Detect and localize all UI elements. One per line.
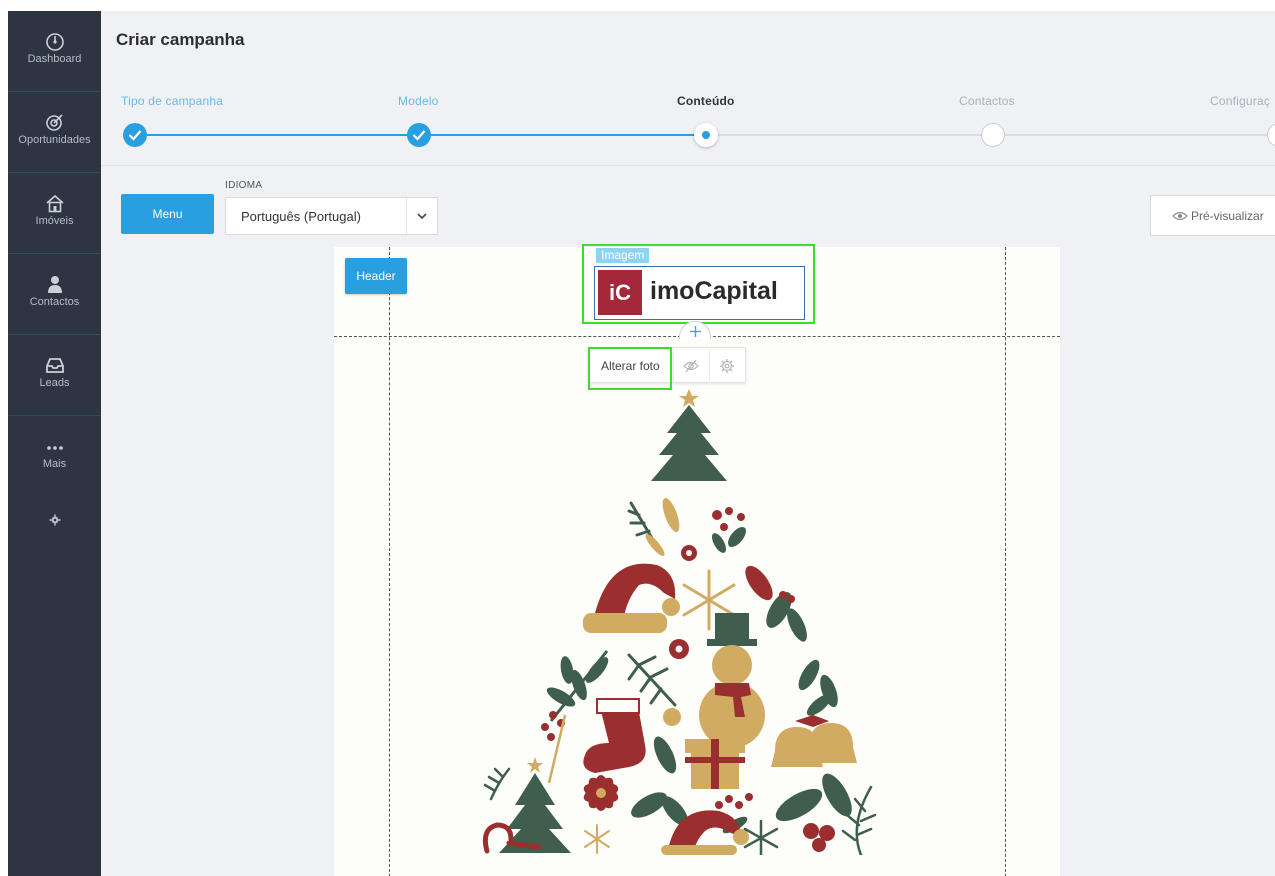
hide-block-button[interactable]: [673, 348, 707, 384]
language-select[interactable]: Português (Portugal): [225, 197, 438, 235]
eye-slash-icon: [683, 359, 699, 373]
column-guide-right: [1005, 247, 1006, 876]
step-label-configuracao[interactable]: Configuraç: [1210, 94, 1270, 108]
step-label-contactos[interactable]: Contactos: [959, 94, 1015, 108]
step-label-tipo[interactable]: Tipo de campanha: [121, 94, 223, 108]
sidebar-item-leads[interactable]: Leads: [8, 335, 101, 416]
sidebar-item-oportunidades[interactable]: Oportunidades: [8, 92, 101, 173]
step-dot-configuracao[interactable]: [1267, 123, 1275, 147]
step-dot-tipo[interactable]: [123, 123, 147, 147]
logo-text: imoCapital: [650, 277, 778, 305]
step-dot-contactos[interactable]: [981, 123, 1005, 147]
chevron-down-icon: [417, 213, 427, 220]
change-photo-label: Alterar foto: [601, 359, 660, 373]
select-divider: [406, 198, 407, 234]
ellipsis-icon: [44, 436, 66, 456]
step-dot-conteudo[interactable]: [694, 123, 718, 147]
logo-mark: iC: [598, 270, 642, 315]
main-content: Criar campanha Tipo de campanha Modelo C…: [101, 11, 1275, 876]
house-icon: [44, 193, 66, 213]
divider: [101, 165, 1275, 166]
sidebar-item-imoveis[interactable]: Imóveis: [8, 173, 101, 254]
company-logo[interactable]: iC imoCapital: [594, 266, 805, 320]
image-block-tag: Imagem: [596, 248, 650, 263]
column-guide-left: [389, 247, 390, 876]
sidebar-item-mais[interactable]: Mais: [8, 416, 101, 497]
inbox-icon: [44, 355, 66, 375]
eye-icon: [1172, 211, 1188, 221]
check-icon: [412, 130, 426, 141]
page-title: Criar campanha: [116, 30, 245, 49]
preview-label: Pré-visualizar: [1191, 209, 1264, 223]
sidebar-item-label: Dashboard: [27, 53, 82, 65]
image-block[interactable]: Imagem iC imoCapital: [582, 244, 815, 324]
sidebar-item-label: Leads: [39, 377, 70, 389]
step-label-conteudo[interactable]: Conteúdo: [677, 94, 735, 108]
gear-icon: [720, 359, 734, 373]
step-dot-modelo[interactable]: [407, 123, 431, 147]
sidebar-item-dashboard[interactable]: Dashboard: [8, 11, 101, 92]
change-photo-button[interactable]: Alterar foto: [589, 348, 673, 384]
language-label: IDIOMA: [225, 180, 263, 191]
sidebar-item-label: Oportunidades: [18, 134, 91, 146]
language-value: Português (Portugal): [241, 209, 361, 224]
email-canvas: Header Imagem iC imoCapital Alterar foto: [334, 244, 1060, 876]
preview-button[interactable]: Pré-visualizar: [1150, 195, 1275, 236]
sidebar: Dashboard Oportunidades Imóveis Contacto…: [8, 11, 101, 876]
check-icon: [128, 130, 142, 141]
person-icon: [44, 274, 66, 294]
gear-icon[interactable]: [8, 513, 101, 531]
sidebar-item-contactos[interactable]: Contactos: [8, 254, 101, 335]
christmas-tree-illustration: [482, 389, 877, 855]
image-toolbar: Alterar foto: [588, 347, 746, 384]
menu-button[interactable]: Menu: [121, 194, 214, 234]
target-icon: [44, 112, 66, 132]
sidebar-item-label: Contactos: [29, 296, 80, 308]
block-settings-button[interactable]: [709, 348, 743, 384]
plus-icon: [690, 326, 701, 337]
sidebar-item-label: Mais: [42, 458, 67, 470]
step-label-modelo[interactable]: Modelo: [398, 94, 439, 108]
sidebar-item-label: Imóveis: [35, 215, 74, 227]
speedometer-icon: [44, 31, 66, 51]
campaign-stepper: Tipo de campanha Modelo Conteúdo Contact…: [101, 81, 1275, 166]
header-section-tag[interactable]: Header: [345, 258, 407, 294]
